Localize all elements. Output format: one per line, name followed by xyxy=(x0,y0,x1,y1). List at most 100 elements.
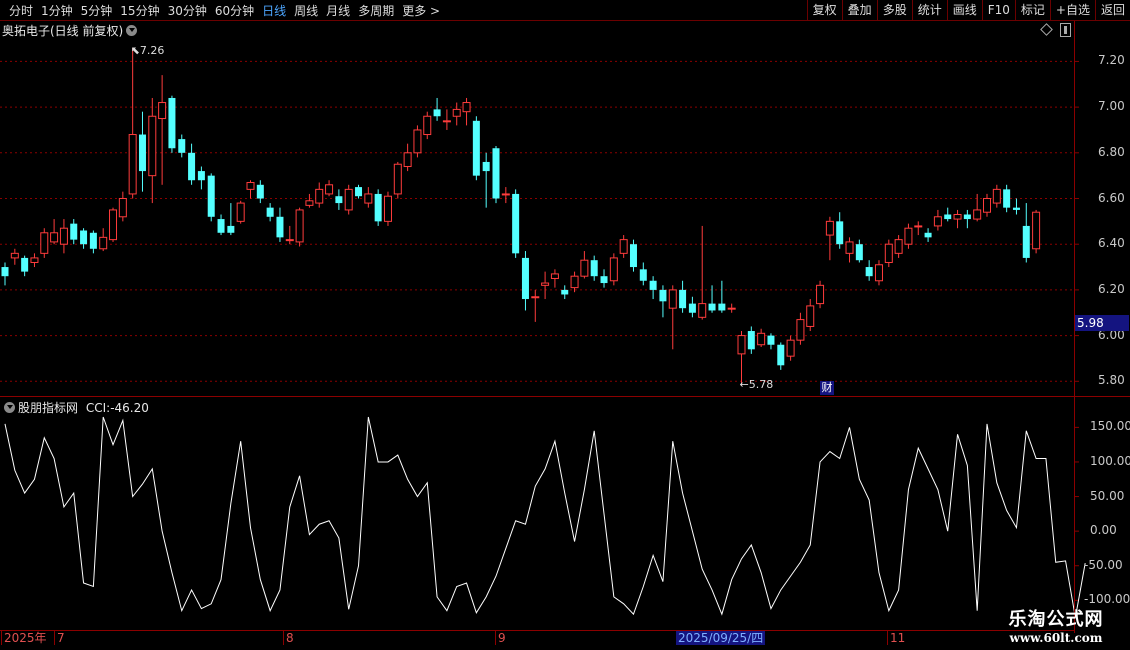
candle-body-up xyxy=(462,102,471,113)
candle-body-down xyxy=(21,257,29,272)
candle-body-down xyxy=(276,216,284,238)
price-axis-label: 7.20 xyxy=(1098,53,1125,68)
cci-axis-label: 100.00 xyxy=(1090,453,1130,468)
candle-body-up xyxy=(246,182,255,190)
indicator-title: 股朋指标网 xyxy=(18,401,79,415)
candle-body-down xyxy=(207,175,215,217)
candle-body-down xyxy=(944,214,952,220)
price-axis-label: 5.80 xyxy=(1098,373,1125,388)
candle-body-up xyxy=(816,284,825,305)
candle-body-up xyxy=(325,184,334,195)
date-label: 9 xyxy=(498,631,506,645)
candle-body-down xyxy=(708,303,716,311)
candle-body-down xyxy=(472,120,480,176)
candle-body-down xyxy=(561,289,569,295)
candle-body-down xyxy=(197,171,205,181)
chart-canvas[interactable] xyxy=(0,0,1130,650)
candle-body-down xyxy=(865,267,873,277)
date-label: 7 xyxy=(57,631,65,645)
candle-body-up xyxy=(413,129,422,154)
date-axis: 2025年 7 8 9 11 2025/09/25/四 xyxy=(0,630,1074,645)
candle-body-down xyxy=(924,232,932,238)
candle-body-down xyxy=(256,184,264,199)
date-label: 8 xyxy=(286,631,294,645)
candle-body-up xyxy=(315,188,324,204)
low-price-label: 5.78 xyxy=(748,377,774,391)
low-price-annotation: ←5.78 xyxy=(740,378,774,391)
candle-body-up xyxy=(668,289,677,309)
candle-body-up xyxy=(501,193,510,196)
candle-body-down xyxy=(1,267,9,277)
candle-body-up xyxy=(285,239,294,242)
price-axis-label: 6.60 xyxy=(1098,190,1125,205)
candle-body-up xyxy=(118,198,127,218)
candle-body-up xyxy=(305,200,314,206)
date-tick xyxy=(1,631,2,645)
candle-body-up xyxy=(148,115,157,177)
candle-body-down xyxy=(767,335,775,345)
candle-body-up xyxy=(10,252,19,259)
candle-body-down xyxy=(482,161,490,172)
price-axis-label: 6.80 xyxy=(1098,144,1125,159)
candle-body-up xyxy=(806,305,815,327)
candle-body-down xyxy=(718,303,726,311)
candle-body-up xyxy=(914,225,923,228)
watermark-url: www.60lt.com xyxy=(1009,631,1103,645)
cci-line xyxy=(4,416,1086,618)
candle-body-down xyxy=(89,232,97,249)
date-tick xyxy=(887,631,888,645)
candle-body-up xyxy=(59,227,68,245)
candle-body-up xyxy=(30,257,39,263)
date-label: 2025年 xyxy=(4,631,47,645)
candle-body-down xyxy=(433,109,441,117)
candle-body-up xyxy=(953,214,962,220)
candle-body-up xyxy=(423,115,432,136)
candle-body-up xyxy=(128,134,137,195)
candle-body-up xyxy=(737,335,746,355)
candle-body-down xyxy=(521,257,529,300)
cci-value: -46.20 xyxy=(110,401,149,415)
candle-body-down xyxy=(639,269,647,281)
candle-body-down xyxy=(266,207,274,217)
candle-body-up xyxy=(727,307,736,310)
candle-body-up xyxy=(383,195,392,222)
high-price-annotation: ⬉7.26 xyxy=(131,44,165,57)
candle-body-up xyxy=(531,296,540,299)
candle-body-up xyxy=(40,232,49,254)
price-axis-label: 7.00 xyxy=(1098,99,1125,114)
candle-body-up xyxy=(50,232,59,243)
candle-body-up xyxy=(452,108,461,117)
candle-body-down xyxy=(1022,225,1030,258)
candle-body-up xyxy=(619,239,628,254)
current-price-tag: 5.98 xyxy=(1075,315,1129,331)
candle-body-up xyxy=(393,163,402,195)
price-axis-label: 6.40 xyxy=(1098,236,1125,251)
candle-body-down xyxy=(963,214,971,220)
cci-axis-label: -50.00 xyxy=(1084,557,1123,572)
candle-body-down xyxy=(679,289,687,309)
finance-marker[interactable]: 财 xyxy=(820,381,834,395)
candle-body-down xyxy=(217,219,225,233)
cci-axis-label: 50.00 xyxy=(1090,488,1125,503)
candle-body-up xyxy=(403,152,412,168)
candle-body-up xyxy=(580,259,589,277)
cci-axis-label: 0.00 xyxy=(1090,523,1117,538)
candle-body-down xyxy=(492,148,500,199)
candle-body-up xyxy=(364,193,373,204)
candle-body-down xyxy=(688,303,696,313)
candle-body-up xyxy=(825,220,834,236)
candle-body-down xyxy=(168,97,176,149)
candle-body-down xyxy=(600,276,608,284)
candle-body-up xyxy=(904,227,913,245)
candle-body-down xyxy=(777,344,785,366)
candle-body-down xyxy=(629,244,637,268)
high-price-label: 7.26 xyxy=(139,43,165,57)
candle-body-up xyxy=(236,202,245,222)
chevron-down-icon[interactable] xyxy=(4,402,15,413)
candle-body-down xyxy=(188,152,196,181)
candle-body-down xyxy=(590,260,598,277)
candle-body-up xyxy=(874,264,883,282)
candle-body-up xyxy=(757,332,766,346)
date-tick xyxy=(495,631,496,645)
candle-body-down xyxy=(178,139,186,153)
